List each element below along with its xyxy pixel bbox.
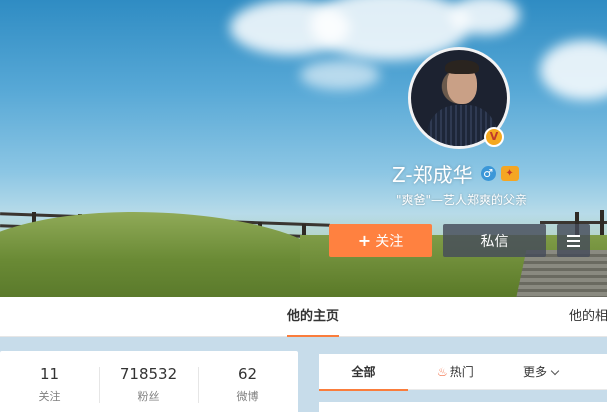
avatar-hair <box>445 60 479 74</box>
message-button[interactable]: 私信 <box>443 224 546 257</box>
feed-tab-hot-label: 热门 <box>449 365 474 379</box>
stat-label: 粉丝 <box>137 390 160 403</box>
plus-icon: + <box>357 231 372 250</box>
menu-line <box>567 244 580 247</box>
stat-value: 11 <box>39 365 60 383</box>
chevron-down-icon <box>550 366 560 375</box>
message-label: 私信 <box>480 233 509 250</box>
tab-photos[interactable]: 他的相 <box>569 297 607 337</box>
stat-label: 关注 <box>38 390 61 403</box>
menu-line <box>567 234 580 237</box>
vip-icon[interactable]: ✦ <box>500 165 519 181</box>
feed-tab-more-label: 更多 <box>523 365 548 379</box>
verified-badge-icon[interactable]: V <box>484 127 504 147</box>
profile-name: Z-郑成华 <box>392 162 473 187</box>
cloud <box>300 60 380 90</box>
stat-following[interactable]: 11 关注 <box>0 365 99 404</box>
stat-followers[interactable]: 718532 粉丝 <box>99 365 198 404</box>
tab-home[interactable]: 他的主页 <box>287 297 340 337</box>
profile-tabbar: 他的主页 他的相 <box>0 297 607 337</box>
flame-icon: ♨ <box>437 365 448 379</box>
feed-filter-bar: 全部 ♨ 热门 更多 <box>319 354 607 391</box>
stat-label: 微博 <box>236 390 259 403</box>
profile-bio: "爽爸"—艺人郑爽的父亲 <box>396 193 528 207</box>
fence-post <box>600 210 604 238</box>
male-icon: ♂ <box>480 165 496 181</box>
feed-tab-hot[interactable]: ♨ 热门 <box>437 354 474 390</box>
feed-tab-all[interactable]: 全部 <box>319 354 408 391</box>
follow-button[interactable]: + 关注 <box>329 224 432 257</box>
menu-line <box>567 239 580 242</box>
follow-label: 关注 <box>375 233 404 250</box>
stone-steps <box>513 250 607 297</box>
feed-tab-more[interactable]: 更多 <box>523 354 560 390</box>
profile-name-row: Z-郑成华 ♂ ✦ <box>392 160 519 187</box>
feed-card <box>319 402 607 412</box>
stat-posts[interactable]: 62 微博 <box>198 365 297 404</box>
cloud <box>540 40 607 100</box>
cloud <box>450 0 520 35</box>
hamburger-icon[interactable] <box>557 224 590 257</box>
stats-card: 11 关注 718532 粉丝 62 微博 <box>0 351 298 412</box>
stat-value: 718532 <box>119 365 178 383</box>
stat-value: 62 <box>237 365 258 383</box>
